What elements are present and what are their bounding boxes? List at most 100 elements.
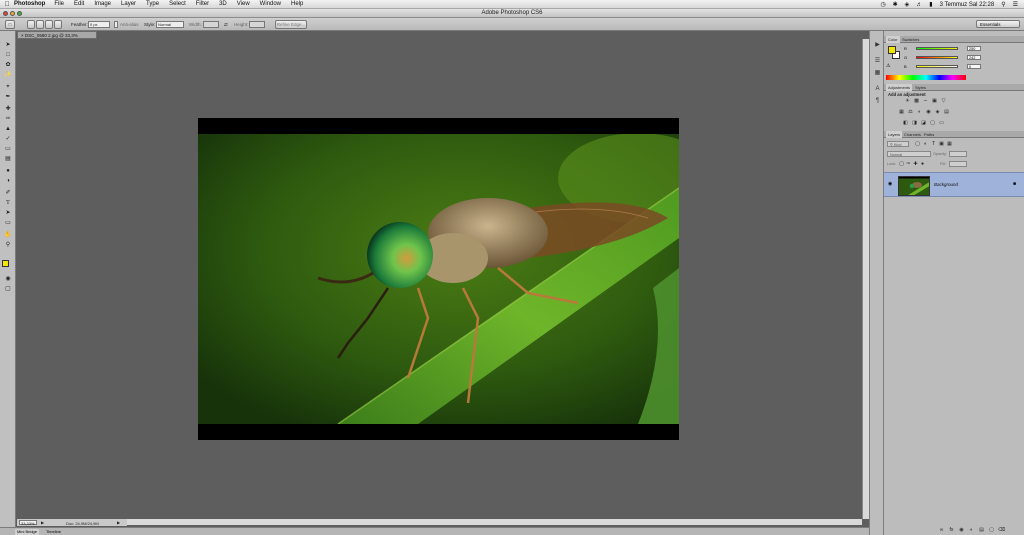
- battery-icon[interactable]: ▮: [929, 1, 932, 8]
- new-selection-icon[interactable]: [27, 20, 35, 29]
- workspace-switcher[interactable]: Essentials: [976, 20, 1020, 28]
- menu-help[interactable]: Help: [291, 1, 303, 7]
- apple-icon[interactable]: : [0, 1, 14, 8]
- tab-swatches[interactable]: Swatches: [900, 36, 921, 43]
- hand-tool-icon[interactable]: ✋: [3, 231, 13, 239]
- invert-icon[interactable]: ◧: [902, 120, 909, 126]
- menu-filter[interactable]: Filter: [196, 1, 209, 7]
- clock[interactable]: 3 Temmuz Sal 22:28: [940, 2, 995, 8]
- document-tab[interactable]: × DSC_0580 2.jpg @ 33,3% (RGB/8*): [17, 31, 97, 45]
- tab-paths[interactable]: Paths: [922, 131, 936, 138]
- photo-filter-icon[interactable]: ◉: [925, 109, 932, 115]
- blur-tool-icon[interactable]: ●: [3, 167, 13, 175]
- layer-filter-kind[interactable]: ⚲ Kind: [887, 141, 909, 147]
- delete-layer-icon[interactable]: ⌫: [998, 527, 1005, 533]
- status-arrow-icon[interactable]: ▶: [117, 520, 120, 525]
- style-select[interactable]: Normal: [156, 21, 184, 28]
- filter-type-icon[interactable]: T: [930, 141, 937, 147]
- quick-select-tool-icon[interactable]: ✨: [3, 71, 13, 79]
- properties-panel-icon[interactable]: ▦: [873, 69, 882, 77]
- lock-image-icon[interactable]: ✑: [905, 161, 912, 167]
- menu-view[interactable]: View: [237, 1, 250, 7]
- lasso-tool-icon[interactable]: ✿: [3, 61, 13, 69]
- horizontal-scrollbar[interactable]: [127, 519, 862, 525]
- clone-stamp-tool-icon[interactable]: ▲: [3, 125, 13, 133]
- red-value-input[interactable]: 250: [967, 46, 981, 51]
- fill-input[interactable]: [949, 161, 967, 167]
- zoom-level-field[interactable]: 33,33%: [19, 520, 37, 526]
- height-input[interactable]: [249, 21, 265, 28]
- opacity-input[interactable]: [949, 151, 967, 157]
- vibrance-icon[interactable]: ▽: [940, 98, 947, 104]
- layer-row[interactable]: ◉ Background ■: [884, 172, 1024, 197]
- intersect-selection-icon[interactable]: [54, 20, 62, 29]
- color-foreground-swatch[interactable]: [888, 46, 896, 54]
- tab-layers[interactable]: Layers: [886, 131, 903, 138]
- blue-slider-track[interactable]: [916, 65, 958, 68]
- tab-channels[interactable]: Channels: [902, 131, 923, 138]
- eyedropper-tool-icon[interactable]: ✒: [3, 93, 13, 101]
- hue-saturation-icon[interactable]: ▦: [898, 109, 905, 115]
- type-tool-icon[interactable]: T: [3, 199, 13, 207]
- exposure-icon[interactable]: ▣: [931, 98, 938, 104]
- color-lookup-icon[interactable]: ▤: [943, 109, 950, 115]
- foreground-color-swatch[interactable]: [2, 260, 9, 267]
- brush-tool-icon[interactable]: ✑: [3, 115, 13, 123]
- lock-pixels-icon[interactable]: ▢: [898, 161, 905, 167]
- time-machine-icon[interactable]: ◷: [880, 1, 885, 8]
- feather-input[interactable]: 0 px: [88, 21, 110, 28]
- history-brush-tool-icon[interactable]: ✓: [3, 135, 13, 143]
- swap-icon[interactable]: ⇄: [224, 22, 228, 28]
- tab-mini-bridge[interactable]: Mini Bridge: [15, 529, 40, 535]
- move-tool-icon[interactable]: ➤: [3, 41, 13, 49]
- paragraph-panel-icon[interactable]: ¶: [873, 97, 882, 105]
- tab-timeline[interactable]: Timeline: [44, 529, 63, 535]
- document-image[interactable]: [198, 118, 679, 440]
- menu-type[interactable]: Type: [146, 1, 159, 7]
- green-slider-track[interactable]: [916, 56, 958, 59]
- width-input[interactable]: [203, 21, 219, 28]
- menu-image[interactable]: Image: [94, 1, 111, 7]
- selective-color-icon[interactable]: ▢: [929, 120, 936, 126]
- lock-all-icon[interactable]: ●: [919, 161, 926, 167]
- curves-icon[interactable]: ∽: [922, 98, 929, 104]
- vertical-scrollbar[interactable]: [862, 39, 869, 519]
- dodge-tool-icon[interactable]: ◑: [3, 177, 13, 185]
- filter-smart-object-icon[interactable]: ▦: [946, 141, 953, 147]
- path-selection-tool-icon[interactable]: ➤: [3, 209, 13, 217]
- menu-window[interactable]: Window: [260, 1, 281, 7]
- threshold-icon[interactable]: ◪: [920, 120, 927, 126]
- channel-mixer-icon[interactable]: ◈: [934, 109, 941, 115]
- new-group-icon[interactable]: ▤: [978, 527, 985, 533]
- blue-value-input[interactable]: 0: [967, 64, 981, 69]
- tab-adjustments[interactable]: Adjustments: [886, 84, 913, 91]
- character-panel-icon[interactable]: A: [873, 85, 882, 93]
- add-selection-icon[interactable]: [36, 20, 44, 29]
- history-panel-icon[interactable]: ☰: [873, 57, 882, 65]
- link-layers-icon[interactable]: ∞: [938, 527, 945, 533]
- posterize-icon[interactable]: ◨: [911, 120, 918, 126]
- crop-tool-icon[interactable]: ⌖: [3, 83, 13, 91]
- wifi-icon[interactable]: ◈: [905, 1, 910, 8]
- menu-edit[interactable]: Edit: [74, 1, 84, 7]
- menu-3d[interactable]: 3D: [219, 1, 227, 7]
- color-slider-b[interactable]: B 0: [904, 64, 981, 69]
- quick-mask-icon[interactable]: ◉: [3, 275, 13, 283]
- lock-position-icon[interactable]: ✚: [912, 161, 919, 167]
- shape-tool-icon[interactable]: ▭: [3, 219, 13, 227]
- healing-brush-tool-icon[interactable]: ✚: [3, 105, 13, 113]
- black-white-icon[interactable]: ◐: [916, 109, 923, 115]
- add-mask-icon[interactable]: ◉: [958, 527, 965, 533]
- red-slider-track[interactable]: [916, 47, 958, 50]
- refine-edge-button[interactable]: Refine Edge...: [275, 20, 307, 29]
- list-icon[interactable]: ☰: [1013, 1, 1018, 8]
- levels-icon[interactable]: ▩: [913, 98, 920, 104]
- green-value-input[interactable]: 242: [967, 55, 981, 60]
- blend-mode-select[interactable]: Normal: [887, 151, 931, 157]
- new-adjustment-layer-icon[interactable]: ◐: [968, 527, 975, 533]
- color-slider-r[interactable]: R 250: [904, 46, 981, 51]
- menu-file[interactable]: File: [54, 1, 64, 7]
- filter-adjustment-icon[interactable]: ◐: [922, 141, 929, 147]
- volume-icon[interactable]: ♬: [916, 2, 922, 8]
- brightness-contrast-icon[interactable]: ☀: [904, 98, 911, 104]
